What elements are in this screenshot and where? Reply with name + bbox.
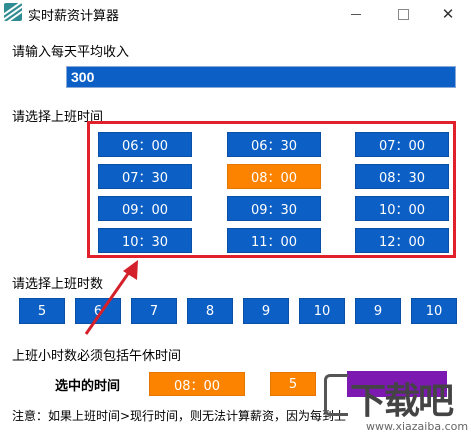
income-input[interactable]: 300 (66, 66, 456, 88)
selected-time-display: 08：00 (149, 372, 245, 396)
time-option-0630[interactable]: 06：30 (227, 132, 321, 157)
app-icon (4, 3, 22, 21)
annotation-arrow (84, 260, 138, 335)
time-option-1030[interactable]: 10：30 (98, 228, 192, 253)
selected-hours-display: 5 (270, 372, 316, 396)
hours-option-10b[interactable]: 10 (411, 298, 457, 324)
hours-option-8[interactable]: 8 (187, 298, 233, 324)
time-option-1100[interactable]: 11：00 (227, 228, 321, 253)
watermark-text: 下载吧 (350, 381, 454, 422)
window-title: 实时薪资计算器 (28, 9, 120, 24)
hours-option-9[interactable]: 9 (243, 298, 289, 324)
work-hours-note: 上班小时数必须包括午休时间 (12, 349, 182, 364)
close-icon: ✕ (441, 4, 455, 23)
close-button[interactable]: ✕ (425, 0, 471, 28)
time-option-0600[interactable]: 06：00 (98, 132, 192, 157)
time-option-0730[interactable]: 07：30 (98, 164, 192, 189)
watermark-icon (324, 374, 348, 416)
time-option-1200[interactable]: 12：00 (355, 228, 449, 253)
maximize-button[interactable] (380, 0, 426, 28)
time-option-0700[interactable]: 07：00 (355, 132, 449, 157)
title-bar: 实时薪资计算器 ✕ (0, 0, 471, 28)
time-option-0830[interactable]: 08：30 (355, 164, 449, 189)
minimize-icon (351, 13, 361, 15)
time-option-0900[interactable]: 09：00 (98, 196, 192, 221)
hours-option-10[interactable]: 10 (299, 298, 345, 324)
income-label: 请输入每天平均收入 (12, 45, 130, 60)
selected-time-label: 选中的时间 (55, 379, 121, 394)
time-option-0800[interactable]: 08：00 (227, 164, 321, 189)
watermark-url: www.xiazaiba.com (366, 420, 469, 433)
minimize-button[interactable] (333, 0, 379, 28)
hours-option-5[interactable]: 5 (19, 298, 65, 324)
maximize-icon (397, 8, 409, 20)
watermark-logo: 下载吧 www.xiazaiba.com (322, 368, 471, 435)
time-option-1000[interactable]: 10：00 (355, 196, 449, 221)
footer-note: 注意：如果上班时间>现行时间，则无法计算薪资，因为每到上 (12, 409, 347, 423)
time-option-0930[interactable]: 09：30 (227, 196, 321, 221)
hours-option-9b[interactable]: 9 (355, 298, 401, 324)
